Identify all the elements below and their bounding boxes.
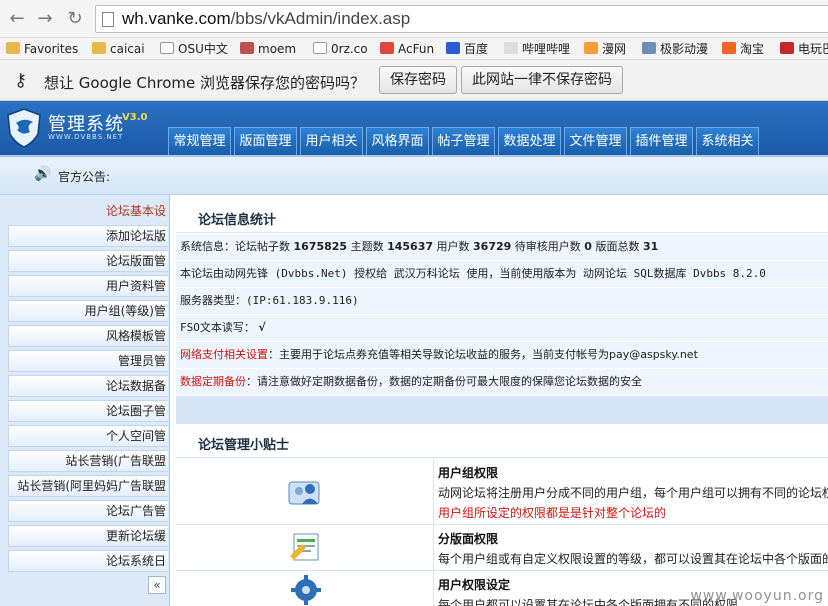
stats-server: 服务器类型：(IP:61.183.9.116)	[176, 288, 828, 315]
sidebar: 论坛基本设 添加论坛版 论坛版面管 用户资料管 用户组(等级)管 风格模板管 管…	[0, 195, 170, 606]
stats-payment: 网络支付相关设置：主要用于论坛点券充值等相关导致论坛收益的服务，当前支付帐号为p…	[176, 342, 828, 369]
bookmark-tgbus[interactable]: 电玩巴	[780, 40, 828, 58]
sidebar-item-user-data[interactable]: 用户资料管	[8, 275, 168, 297]
page-icon	[102, 12, 114, 27]
gear-user-icon	[291, 575, 321, 605]
sidebar-item-cache[interactable]: 更新论坛缓	[8, 525, 168, 547]
site-icon	[642, 42, 656, 54]
address-bar[interactable]: wh.vanke.com/bbs/vkAdmin/index.asp	[95, 5, 828, 33]
tab-data[interactable]: 数据处理	[498, 127, 561, 155]
key-icon: ⚷	[14, 70, 28, 91]
bookmark-osu[interactable]: OSU中文	[160, 40, 228, 58]
sidebar-item-ads[interactable]: 论坛广告管	[8, 500, 168, 522]
sidebar-item-style-templates[interactable]: 风格模板管	[8, 325, 168, 347]
tab-general[interactable]: 常规管理	[168, 127, 231, 155]
bookmark-favorites[interactable]: Favorites	[6, 40, 78, 58]
page-icon	[313, 42, 327, 54]
bookmark-baidu[interactable]: 百度	[446, 40, 488, 58]
save-password-button[interactable]: 保存密码	[379, 66, 457, 94]
sidebar-item-basic-settings[interactable]: 论坛基本设	[8, 200, 168, 222]
tab-styles[interactable]: 风格界面	[366, 127, 429, 155]
tips-section-title: 论坛管理小贴士	[176, 424, 828, 458]
sidebar-item-logs[interactable]: 论坛系统日	[8, 550, 168, 572]
tip-desc-warning: 用户组所设定的权限都是是针对整个论坛的	[438, 506, 667, 520]
tab-system[interactable]: 系统相关	[696, 127, 759, 155]
never-save-password-button[interactable]: 此网站一律不保存密码	[461, 66, 623, 94]
section-divider	[176, 396, 828, 424]
bookmark-taobao[interactable]: 淘宝	[722, 40, 764, 58]
tip-desc: 每个用户组或有自定义权限设置的等级，都可以设置其在论坛中各个版面的	[438, 552, 828, 566]
bookmark-acfun[interactable]: AcFun	[380, 40, 434, 58]
tab-files[interactable]: 文件管理	[564, 127, 627, 155]
browser-toolbar: ← → ↻ wh.vanke.com/bbs/vkAdmin/index.asp	[0, 0, 828, 38]
announcement-bar: 🔊 官方公告:	[0, 155, 828, 195]
back-arrow-icon[interactable]: ←	[6, 8, 28, 30]
stats-section-title: 论坛信息统计	[176, 199, 828, 233]
bookmark-bilibili[interactable]: 哔哩哔哩	[504, 40, 570, 58]
sidebar-item-board-manage[interactable]: 论坛版面管	[8, 250, 168, 272]
paw-icon	[446, 42, 460, 54]
url-text: wh.vanke.com/bbs/vkAdmin/index.asp	[122, 9, 411, 28]
bookmark-jiying[interactable]: 极影动漫	[642, 40, 708, 58]
bookmark-manwang[interactable]: 漫网	[584, 40, 626, 58]
tip-title: 分版面权限	[438, 532, 499, 546]
bookmark-moem[interactable]: moem	[240, 40, 296, 58]
site-icon	[240, 42, 254, 54]
stats-license: 本论坛由动网先锋 (Dvbbs.Net) 授权给 武汉万科论坛 使用，当前使用版…	[176, 261, 828, 288]
watermark: www.wooyun.org	[690, 588, 824, 604]
collapse-sidebar-button[interactable]: «	[148, 576, 166, 594]
stats-fso: FSO文本读写： √	[176, 315, 828, 342]
admin-header: 管理系统 V3.0 WWW.DVBBS.NET 常规管理 版面管理 用户相关 风…	[0, 101, 828, 155]
taobao-icon	[722, 42, 736, 54]
sidebar-item-personal-space[interactable]: 个人空间管	[8, 425, 168, 447]
bookmarks-bar: Favorites caicai OSU中文 moem 0rz.co AcFun…	[0, 38, 828, 60]
site-icon	[584, 42, 598, 54]
folder-icon	[6, 42, 20, 54]
sidebar-item-add-board[interactable]: 添加论坛版	[8, 225, 168, 247]
announcement-label: 官方公告:	[58, 170, 111, 184]
app-version: V3.0	[122, 112, 148, 123]
sidebar-item-alimama[interactable]: 站长营销(阿里妈妈广告联盟	[8, 475, 168, 497]
sidebar-item-circles[interactable]: 论坛圈子管	[8, 400, 168, 422]
forward-arrow-icon[interactable]: →	[34, 8, 56, 30]
reload-icon[interactable]: ↻	[64, 8, 86, 30]
bookmark-caicai[interactable]: caicai	[92, 40, 145, 58]
tab-plugins[interactable]: 插件管理	[630, 127, 693, 155]
sidebar-item-ad-union[interactable]: 站长营销(广告联盟	[8, 450, 168, 472]
tip-title: 用户组权限	[438, 466, 499, 480]
folder-icon	[92, 42, 106, 54]
tab-users[interactable]: 用户相关	[300, 127, 363, 155]
sidebar-item-backup[interactable]: 论坛数据备	[8, 375, 168, 397]
tip-desc: 动网论坛将注册用户分成不同的用户组，每个用户组可以拥有不同的论坛权	[438, 486, 828, 500]
tab-boards[interactable]: 版面管理	[234, 127, 297, 155]
tab-posts[interactable]: 帖子管理	[432, 127, 495, 155]
speaker-icon: 🔊	[34, 166, 52, 182]
document-edit-icon	[290, 533, 319, 561]
users-icon	[288, 481, 320, 505]
password-infobar: ⚷ 想让 Google Chrome 浏览器保存您的密码吗？ 保存密码 此网站一…	[0, 60, 828, 101]
site-icon	[780, 42, 794, 54]
infobar-message: 想让 Google Chrome 浏览器保存您的密码吗？	[44, 74, 366, 92]
shield-logo-icon	[7, 108, 41, 148]
tip-board-permissions: 分版面权限 每个用户组或有自定义权限设置的等级，都可以设置其在论坛中各个版面的	[176, 525, 828, 571]
tip-title: 用户权限设定	[438, 578, 511, 592]
sidebar-item-admins[interactable]: 管理员管	[8, 350, 168, 372]
sidebar-item-user-groups[interactable]: 用户组(等级)管	[8, 300, 168, 322]
stats-backup: 数据定期备份：请注意做好定期数据备份，数据的定期备份可最大限度的保障您论坛数据的…	[176, 369, 828, 396]
bookmark-0rz[interactable]: 0rz.co	[313, 40, 368, 58]
acfun-icon	[380, 42, 394, 54]
page-icon	[160, 42, 174, 54]
main-content: 论坛信息统计 系统信息：论坛帖子数 1675825 主题数 145637 用户数…	[176, 195, 828, 606]
stats-system-info: 系统信息：论坛帖子数 1675825 主题数 145637 用户数 36729 …	[176, 234, 828, 261]
app-subtitle: WWW.DVBBS.NET	[48, 133, 124, 141]
tip-user-group-permissions: 用户组权限 动网论坛将注册用户分成不同的用户组，每个用户组可以拥有不同的论坛权 …	[176, 459, 828, 525]
tv-icon	[504, 42, 518, 54]
